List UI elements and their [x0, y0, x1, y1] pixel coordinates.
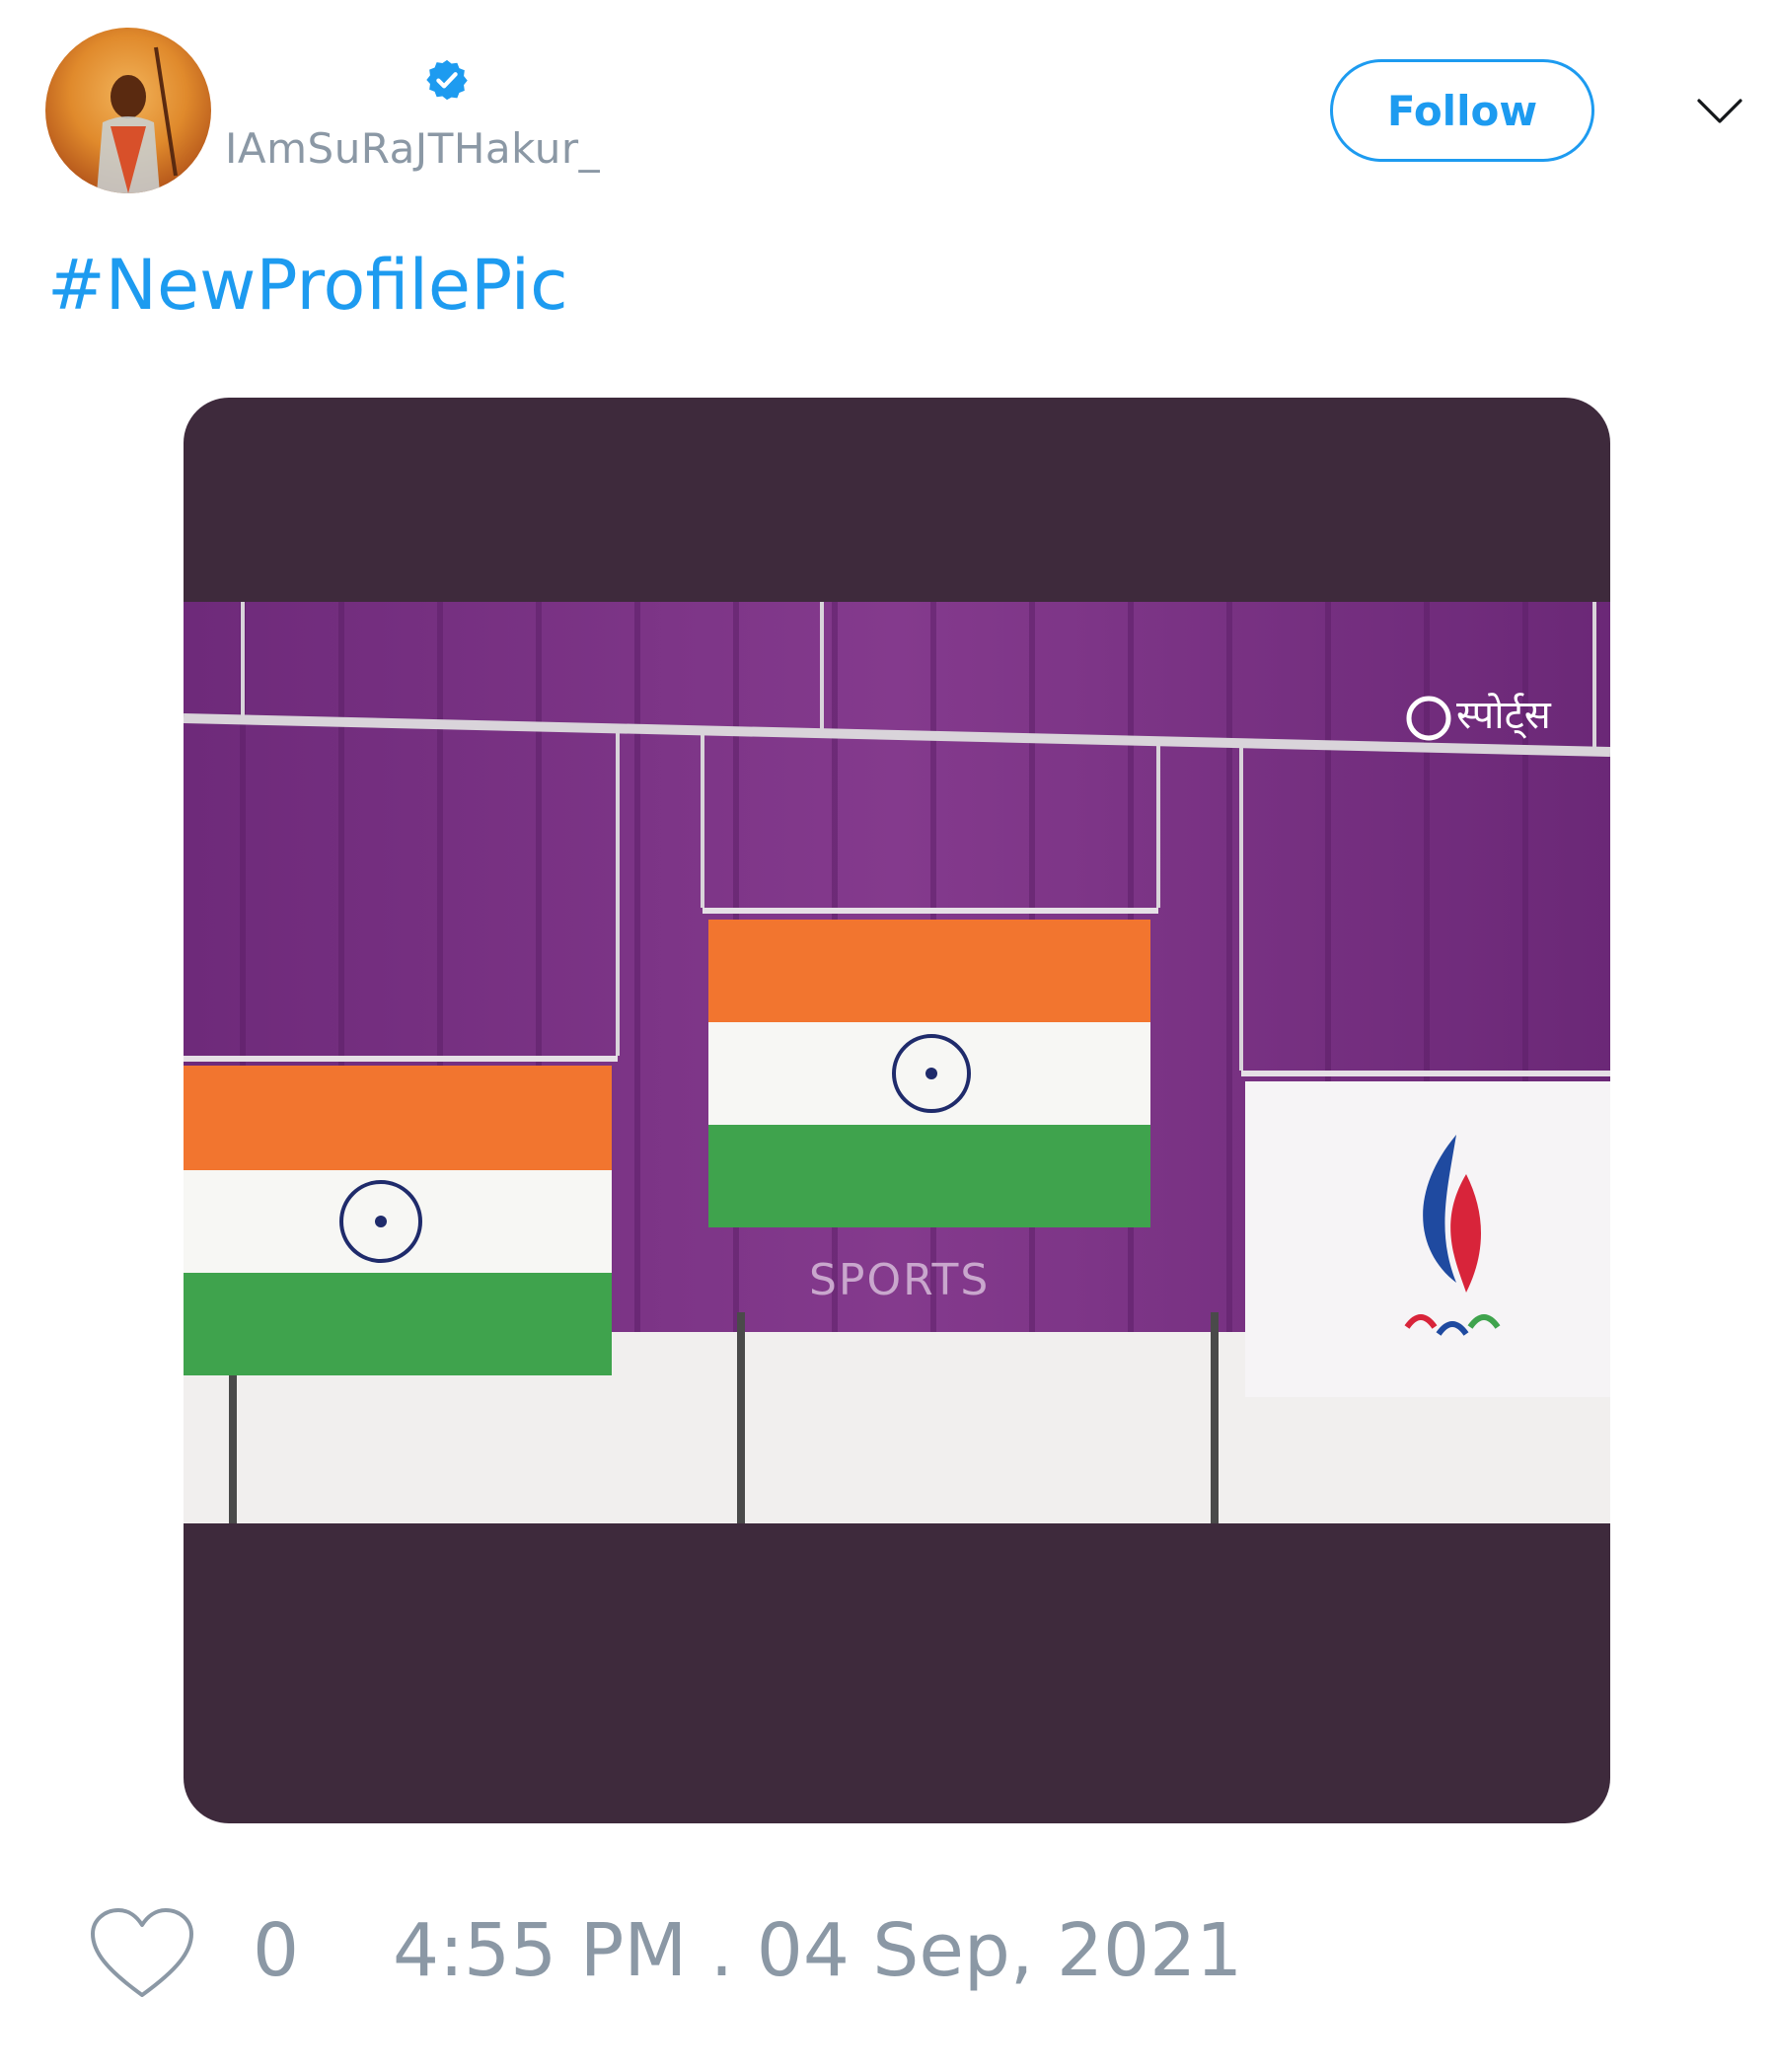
- follow-button[interactable]: Follow: [1330, 59, 1594, 162]
- avatar-image: [97, 46, 178, 193]
- channel-logo-text: स्पोर्ट्स: [1456, 693, 1552, 739]
- chevron-down-icon[interactable]: [1695, 91, 1744, 130]
- media-image: स्पोर्ट्स SPORTS: [184, 602, 1610, 1523]
- heart-icon[interactable]: [87, 1906, 197, 2003]
- tweet-timestamp[interactable]: 4:55 PM . 04 Sep, 2021: [393, 1908, 1242, 1993]
- tweet-hashtag[interactable]: #NewProfilePic: [47, 245, 568, 326]
- media-watermark: SPORTS: [809, 1255, 990, 1305]
- like-count: 0: [253, 1908, 300, 1993]
- author-handle[interactable]: IAmSuRaJTHakur_: [225, 124, 600, 173]
- verified-badge-icon: [426, 59, 468, 101]
- tweet-media[interactable]: स्पोर्ट्स SPORTS: [184, 398, 1610, 1823]
- avatar[interactable]: [45, 28, 211, 193]
